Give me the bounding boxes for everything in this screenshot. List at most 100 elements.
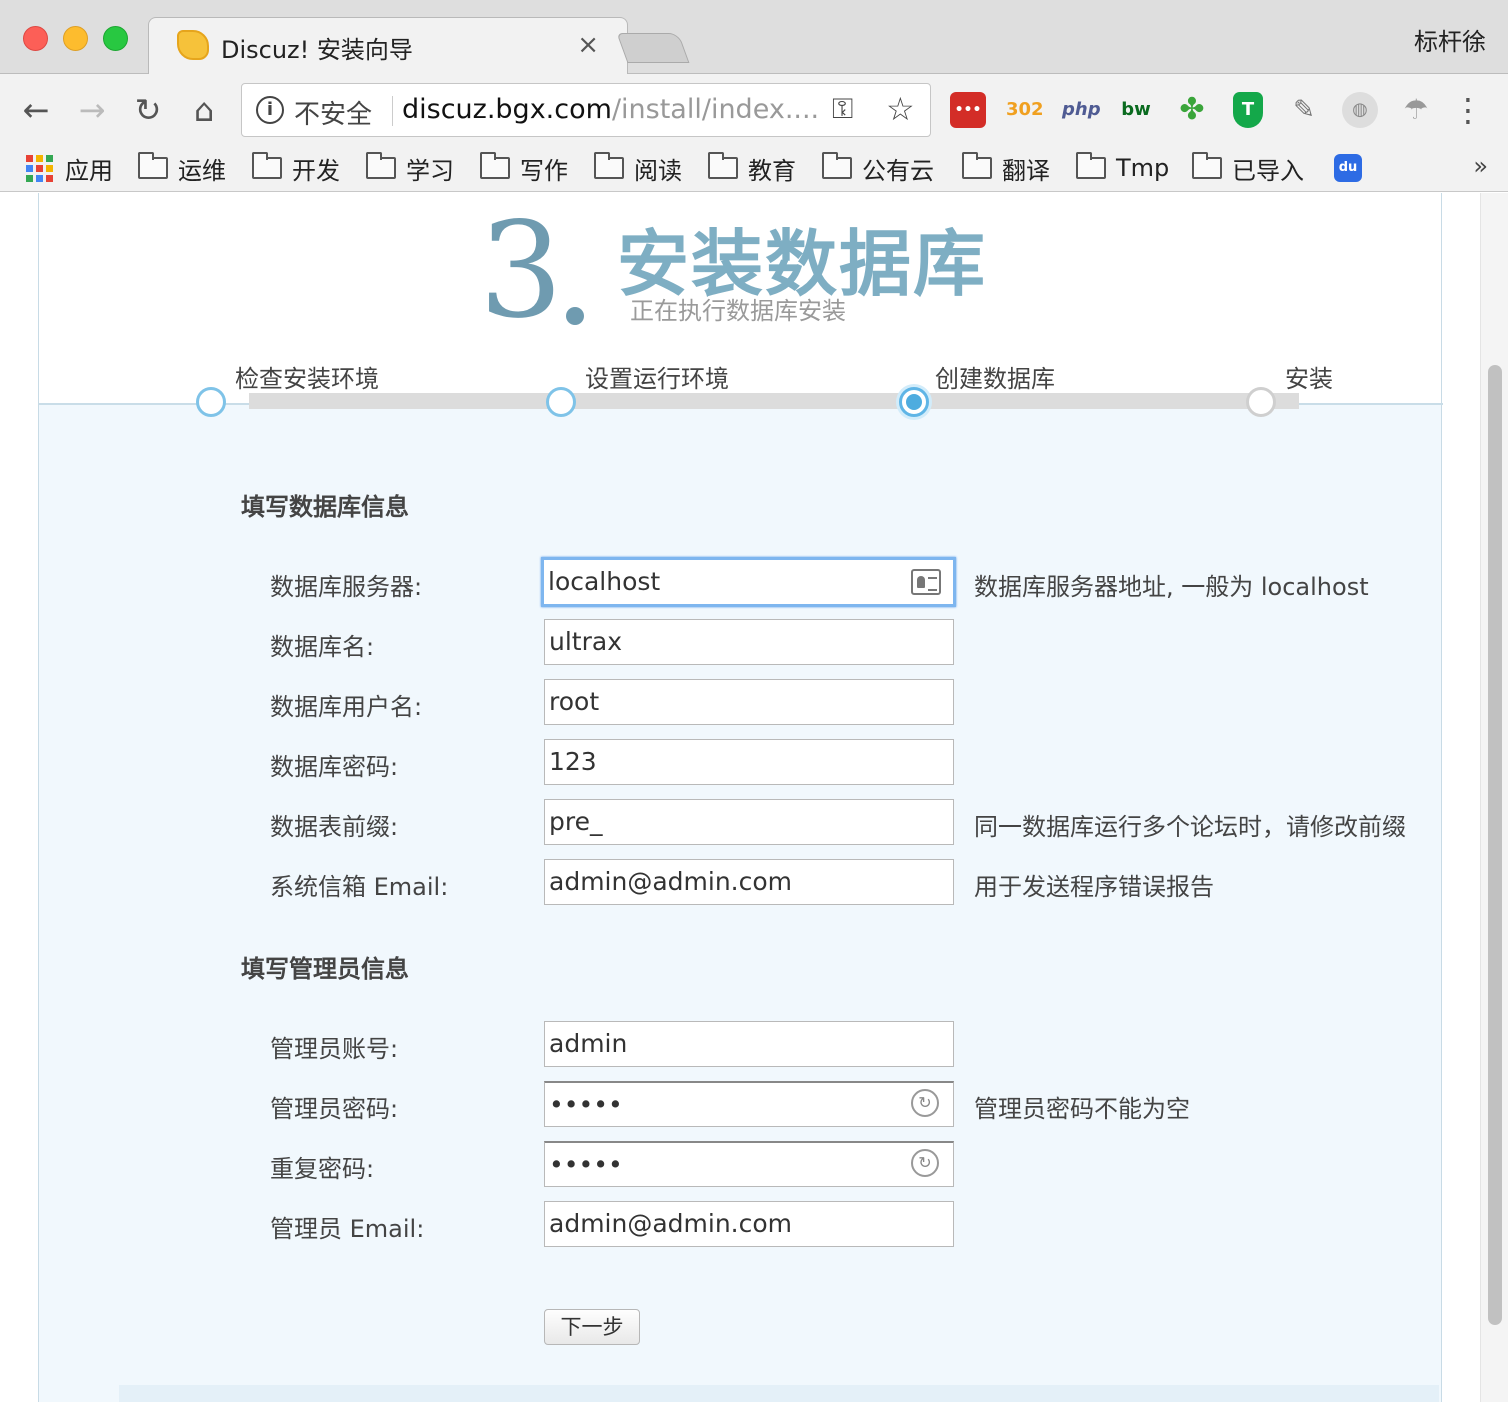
- bookmark-apps[interactable]: 应用: [26, 150, 113, 186]
- folder-icon: [366, 152, 396, 179]
- db-field-label: 数据库密码:: [270, 753, 399, 781]
- db-field-input[interactable]: ultrax: [544, 619, 954, 665]
- folder-icon: [1192, 152, 1222, 179]
- bookmark-folder[interactable]: 写作: [480, 150, 568, 186]
- db-field-hint: 同一数据库运行多个论坛时，请修改前缀: [974, 813, 1406, 841]
- url-text[interactable]: discuz.bgx.com/install/index....: [402, 94, 819, 125]
- db-field-input[interactable]: root: [544, 679, 954, 725]
- folder-icon: [480, 152, 510, 179]
- step-number: 3: [479, 194, 563, 348]
- tab-close-icon[interactable]: ×: [577, 30, 599, 60]
- step-node-1: [196, 387, 226, 417]
- new-tab-button[interactable]: [616, 33, 690, 63]
- step-label-2: 设置运行环境: [585, 365, 729, 393]
- folder-icon: [252, 152, 282, 179]
- extension-bw-icon[interactable]: bw: [1118, 92, 1154, 128]
- footer-band: [119, 1385, 1439, 1402]
- page-scrollbar[interactable]: [1480, 193, 1508, 1402]
- window-minimize-button[interactable]: [63, 26, 88, 51]
- admin-field-label: 管理员密码:: [270, 1095, 399, 1123]
- bookmark-folder[interactable]: 学习: [366, 150, 454, 186]
- contact-card-icon[interactable]: [911, 569, 941, 595]
- address-bar[interactable]: i 不安全 discuz.bgx.com/install/index.... ⚿…: [241, 83, 931, 137]
- extension-stamp-icon[interactable]: ✎: [1286, 92, 1322, 128]
- bookmark-folder[interactable]: 运维: [138, 150, 226, 186]
- folder-icon: [822, 152, 852, 179]
- security-status[interactable]: 不安全: [294, 94, 372, 131]
- apps-grid-icon: [26, 154, 53, 182]
- admin-field-input[interactable]: •••••: [544, 1141, 954, 1187]
- extension-globe-icon[interactable]: ◍: [1342, 92, 1378, 128]
- bookmarks-more-icon[interactable]: »: [1473, 152, 1488, 180]
- extension-lastpass-icon[interactable]: •••: [950, 92, 986, 128]
- bookmark-folder[interactable]: 已导入: [1192, 150, 1304, 186]
- extension-php-icon[interactable]: php: [1062, 92, 1101, 128]
- admin-field-input[interactable]: admin: [544, 1021, 954, 1067]
- db-field-input[interactable]: 123: [544, 739, 954, 785]
- forward-arrow-icon[interactable]: →: [70, 88, 114, 132]
- folder-icon: [138, 152, 168, 179]
- folder-icon: [594, 152, 624, 179]
- omnibox-separator: [392, 96, 393, 126]
- admin-field-input[interactable]: •••••: [544, 1081, 954, 1127]
- step-subtitle: 正在执行数据库安装: [630, 297, 846, 325]
- bookmark-folder[interactable]: 翻译: [962, 150, 1050, 186]
- admin-section-title: 填写管理员信息: [241, 955, 409, 983]
- admin-field-label: 管理员账号:: [270, 1035, 399, 1063]
- installer-frame: 3 安装数据库 正在执行数据库安装 检查安装环境 设置运行环境 创建数据库 安装 填写…: [38, 193, 1443, 1402]
- browser-menu-icon[interactable]: ⋮: [1452, 88, 1484, 132]
- bookmark-label: 已导入: [1232, 156, 1304, 185]
- db-field-input[interactable]: localhost: [541, 557, 956, 607]
- bookmark-folder[interactable]: 开发: [252, 150, 340, 186]
- db-field-input[interactable]: admin@admin.com: [544, 859, 954, 905]
- window-zoom-button[interactable]: [103, 26, 128, 51]
- step-label-3: 创建数据库: [935, 365, 1055, 393]
- step-label-4: 安装: [1285, 365, 1333, 393]
- step-number-dot: [566, 307, 584, 325]
- admin-field-hint: 管理员密码不能为空: [974, 1095, 1190, 1123]
- extension-shield-icon[interactable]: T: [1233, 92, 1263, 128]
- baidu-bookmark-icon[interactable]: du: [1334, 150, 1362, 186]
- bookmark-star-icon[interactable]: ☆: [886, 90, 915, 128]
- bookmark-folder[interactable]: 教育: [708, 150, 796, 186]
- bookmark-label: 学习: [406, 156, 454, 185]
- db-field-input[interactable]: pre_: [544, 799, 954, 845]
- admin-field-input[interactable]: admin@admin.com: [544, 1201, 954, 1247]
- bookmarks-bar: 应用 运维 开发 学习 写作 阅读 教育 公有云 翻译 Tmp 已导入 du »: [0, 146, 1508, 192]
- info-icon[interactable]: i: [256, 96, 284, 124]
- db-field-label: 数据库名:: [270, 633, 375, 661]
- extension-parachute-icon[interactable]: ☂: [1398, 92, 1434, 128]
- progress-track: [249, 393, 1299, 409]
- next-step-button[interactable]: 下一步: [544, 1309, 640, 1345]
- page-viewport: 3 安装数据库 正在执行数据库安装 检查安装环境 设置运行环境 创建数据库 安装 填写…: [0, 193, 1508, 1402]
- bookmark-folder[interactable]: Tmp: [1076, 150, 1169, 186]
- back-arrow-icon[interactable]: ←: [14, 88, 58, 132]
- bookmark-label: 教育: [748, 156, 796, 185]
- reload-icon[interactable]: ↻: [126, 88, 170, 132]
- home-icon[interactable]: ⌂: [182, 88, 226, 132]
- extension-302-icon[interactable]: 302: [1006, 92, 1044, 128]
- step-node-4: [1246, 387, 1276, 417]
- profile-name[interactable]: 标杆徐: [1414, 22, 1486, 57]
- folder-icon: [1076, 152, 1106, 179]
- url-host: discuz.bgx.com: [402, 94, 612, 125]
- bookmark-label: 翻译: [1002, 156, 1050, 185]
- folder-icon: [962, 152, 992, 179]
- step-label-1: 检查安装环境: [235, 365, 379, 393]
- key-icon[interactable]: ⚿: [832, 92, 853, 126]
- extension-clover-icon[interactable]: ✤: [1174, 92, 1210, 128]
- bookmark-label: 开发: [292, 156, 340, 185]
- db-field-hint: 用于发送程序错误报告: [974, 873, 1214, 901]
- browser-tab-active[interactable]: Discuz! 安装向导 ×: [148, 17, 628, 75]
- scrollbar-thumb[interactable]: [1488, 365, 1502, 1325]
- bookmark-label: 运维: [178, 156, 226, 185]
- password-key-icon[interactable]: ↻: [911, 1089, 939, 1117]
- folder-icon: [708, 152, 738, 179]
- db-field-hint: 数据库服务器地址, 一般为 localhost: [974, 573, 1369, 601]
- window-close-button[interactable]: [23, 26, 48, 51]
- bookmark-folder[interactable]: 公有云: [822, 150, 934, 186]
- db-field-label: 数据库服务器:: [270, 573, 423, 601]
- bookmark-folder[interactable]: 阅读: [594, 150, 682, 186]
- password-key-icon[interactable]: ↻: [911, 1149, 939, 1177]
- admin-field-label: 重复密码:: [270, 1155, 375, 1183]
